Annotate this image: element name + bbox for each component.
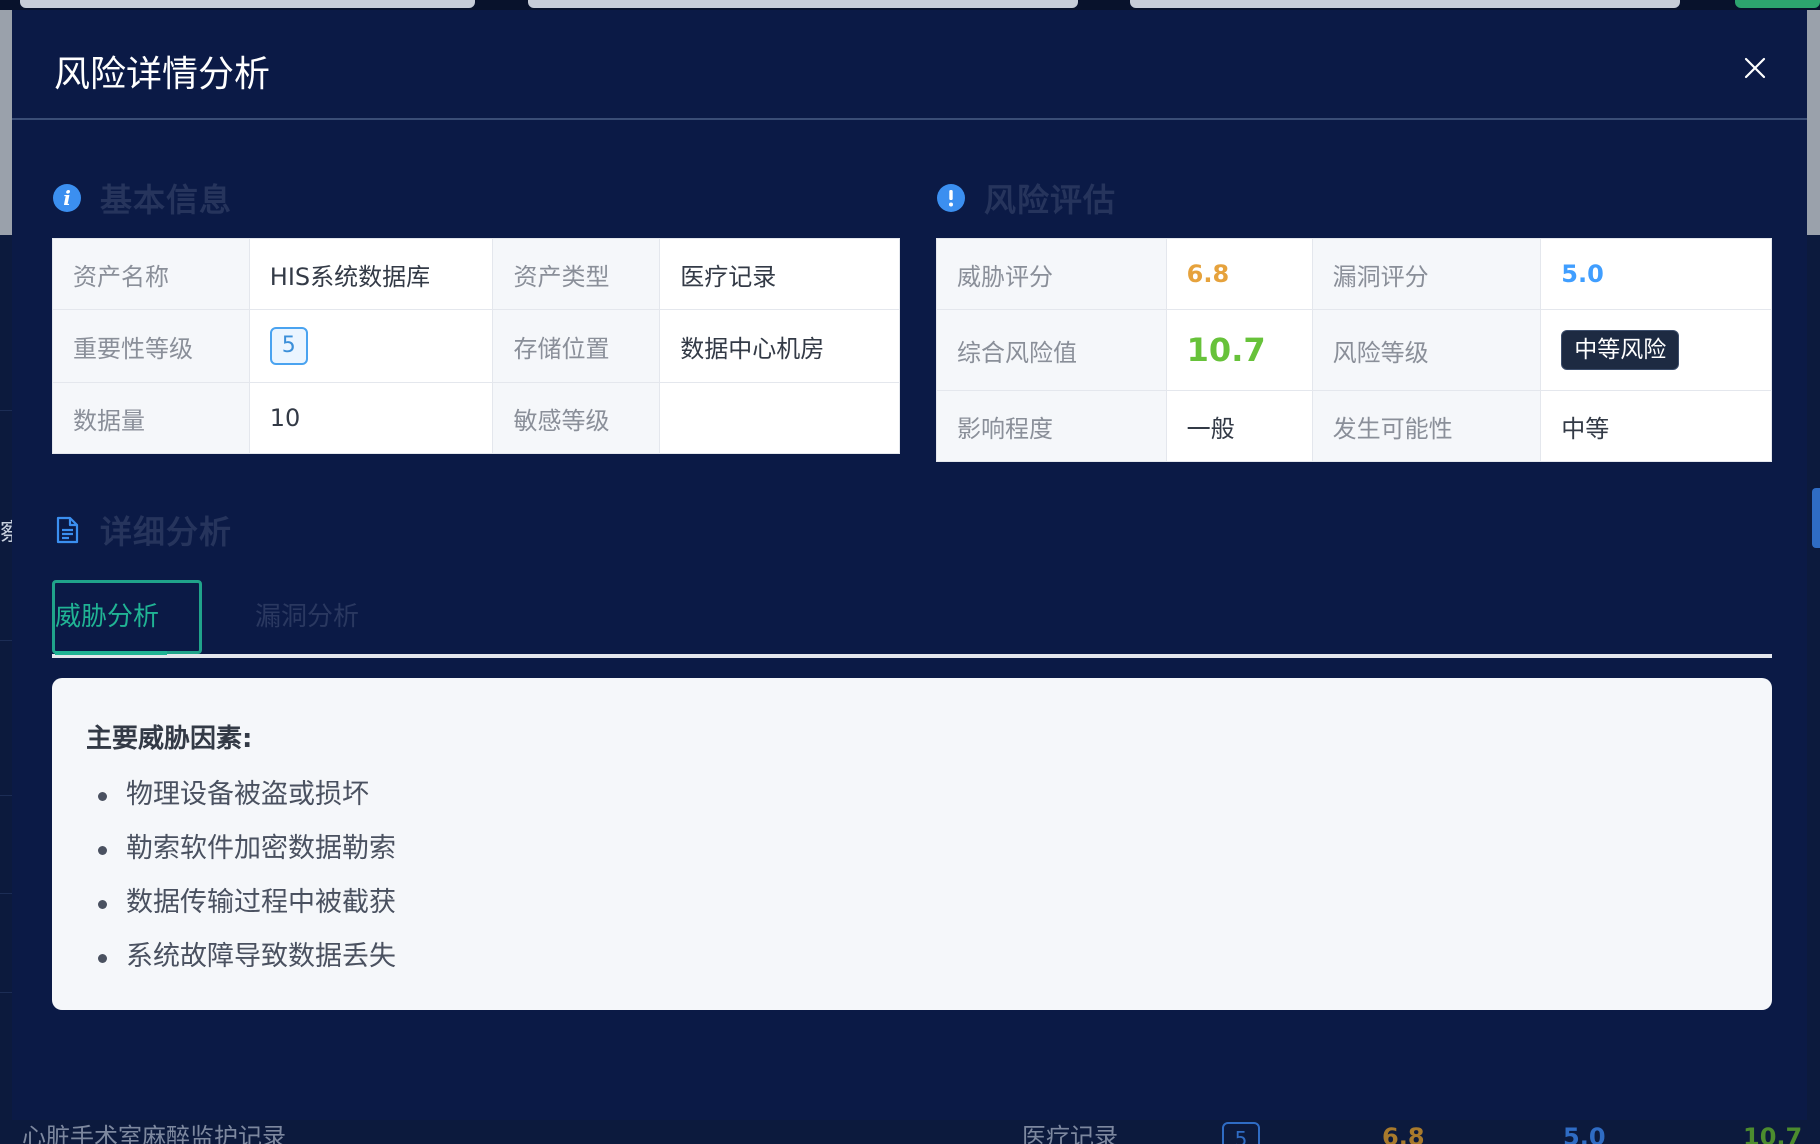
svg-text:i: i [63, 186, 71, 210]
basic-info-header: i 基本信息 [52, 178, 233, 219]
background-row-level: 5 [1222, 1122, 1260, 1144]
background-card-tab [20, 0, 475, 8]
background-row-threat: 6.8 [1382, 1123, 1425, 1144]
risk-detail-modal: 风险详情分析 i 基本信息 资产名称 HIS系统数据库 资产类型 医疗记录 重要… [12, 10, 1807, 1120]
table-row: 综合风险值 10.7 风险等级 中等风险 [936, 309, 1772, 391]
risk-level-badge: 中等风险 [1561, 330, 1680, 370]
impact-degree-label: 影响程度 [936, 390, 1167, 462]
basic-info-title: 基本信息 [100, 181, 233, 219]
storage-location-value: 数据中心机房 [659, 309, 900, 383]
composite-risk-value: 10.7 [1165, 309, 1313, 391]
background-row-divider [0, 640, 12, 641]
background-row-divider [0, 992, 12, 993]
sensitivity-level-label: 敏感等级 [492, 382, 661, 454]
background-table-row: 心脏手术室麻醉监护记录 医疗记录 5 6.8 5.0 10.7 [0, 1122, 1820, 1144]
tab-vulnerability-analysis-label: 漏洞分析 [255, 602, 360, 632]
list-item: 物理设备被盗或损坏 [86, 772, 396, 826]
tab-vulnerability-analysis[interactable]: 漏洞分析 [255, 580, 359, 654]
table-row: 威胁评分 6.8 漏洞评分 5.0 [936, 238, 1772, 310]
list-item: 数据传输过程中被截获 [86, 880, 396, 934]
table-row: 重要性等级 5 存储位置 数据中心机房 [52, 309, 900, 383]
background-card-tab [1130, 0, 1680, 8]
risk-assessment-title: 风险评估 [984, 181, 1117, 219]
close-button[interactable] [1741, 54, 1769, 82]
threat-score-label: 威胁评分 [936, 238, 1167, 310]
likelihood-label: 发生可能性 [1311, 390, 1542, 462]
importance-level-badge: 5 [269, 327, 308, 365]
threat-score-value: 6.8 [1165, 238, 1313, 310]
table-row: 数据量 10 敏感等级 [52, 382, 900, 454]
document-icon [56, 516, 79, 544]
list-item: 勒索软件加密数据勒索 [86, 826, 396, 880]
close-icon [1744, 57, 1766, 79]
table-row: 影响程度 一般 发生可能性 中等 [936, 390, 1772, 462]
info-icon: i [53, 184, 81, 212]
asset-name-value: HIS系统数据库 [248, 238, 494, 310]
background-row-divider [0, 410, 12, 411]
detail-analysis-title: 详细分析 [100, 513, 233, 551]
list-item: 系统故障导致数据丢失 [86, 934, 396, 988]
likelihood-value: 中等 [1540, 390, 1772, 462]
risk-assessment-table: 威胁评分 6.8 漏洞评分 5.0 综合风险值 10.7 风险等级 中等风险 影… [936, 238, 1772, 462]
background-row-type: 医疗记录 [1022, 1123, 1118, 1144]
vulnerability-score-label: 漏洞评分 [1311, 238, 1542, 310]
asset-type-value: 医疗记录 [659, 238, 900, 310]
impact-degree-value: 一般 [1165, 390, 1313, 462]
background-left-panel [0, 10, 12, 235]
risk-assessment-header: 风险评估 [936, 178, 1117, 219]
sensitivity-level-value [659, 382, 900, 454]
composite-risk-label: 综合风险值 [936, 309, 1167, 391]
background-card-tab [1735, 0, 1820, 8]
threat-factors-list: 物理设备被盗或损坏 勒索软件加密数据勒索 数据传输过程中被截获 系统故障导致数据… [86, 772, 396, 988]
modal-title: 风险详情分析 [54, 54, 271, 95]
background-card-tab [528, 0, 1078, 8]
modal-header: 风险详情分析 [12, 10, 1807, 120]
storage-location-label: 存储位置 [492, 309, 661, 383]
background-right-panel [1806, 10, 1820, 235]
risk-level-cell: 中等风险 [1540, 309, 1772, 391]
basic-info-table: 资产名称 HIS系统数据库 资产类型 医疗记录 重要性等级 5 存储位置 数据中… [52, 238, 900, 454]
data-volume-label: 数据量 [52, 382, 250, 454]
background-row-divider [0, 795, 12, 796]
importance-level-cell: 5 [248, 309, 494, 383]
tab-threat-analysis[interactable]: 威胁分析 [52, 580, 202, 655]
asset-type-label: 资产类型 [492, 238, 661, 310]
asset-name-label: 资产名称 [52, 238, 250, 310]
main-threat-factors-heading: 主要威胁因素: [86, 724, 253, 754]
analysis-tabs: 威胁分析 漏洞分析 [52, 570, 1772, 658]
background-row-divider [0, 893, 12, 894]
detail-analysis-header: 详细分析 [52, 510, 233, 551]
background-side-tab [1812, 488, 1820, 548]
vulnerability-score-value: 5.0 [1540, 238, 1772, 310]
table-row: 资产名称 HIS系统数据库 资产类型 医疗记录 [52, 238, 900, 310]
alert-icon [937, 184, 965, 212]
importance-level-label: 重要性等级 [52, 309, 250, 383]
background-row-composite: 10.7 [1743, 1123, 1803, 1144]
tabs-baseline [52, 654, 1772, 658]
tab-threat-analysis-label: 威胁分析 [55, 602, 160, 632]
active-tab-indicator [55, 651, 167, 655]
background-row-name: 心脏手术室麻醉监护记录 [22, 1123, 286, 1144]
data-volume-value: 10 [248, 382, 494, 454]
background-row-vuln: 5.0 [1563, 1123, 1606, 1144]
risk-level-label: 风险等级 [1311, 309, 1542, 391]
threat-analysis-panel: 主要威胁因素: 物理设备被盗或损坏 勒索软件加密数据勒索 数据传输过程中被截获 … [52, 678, 1772, 1010]
